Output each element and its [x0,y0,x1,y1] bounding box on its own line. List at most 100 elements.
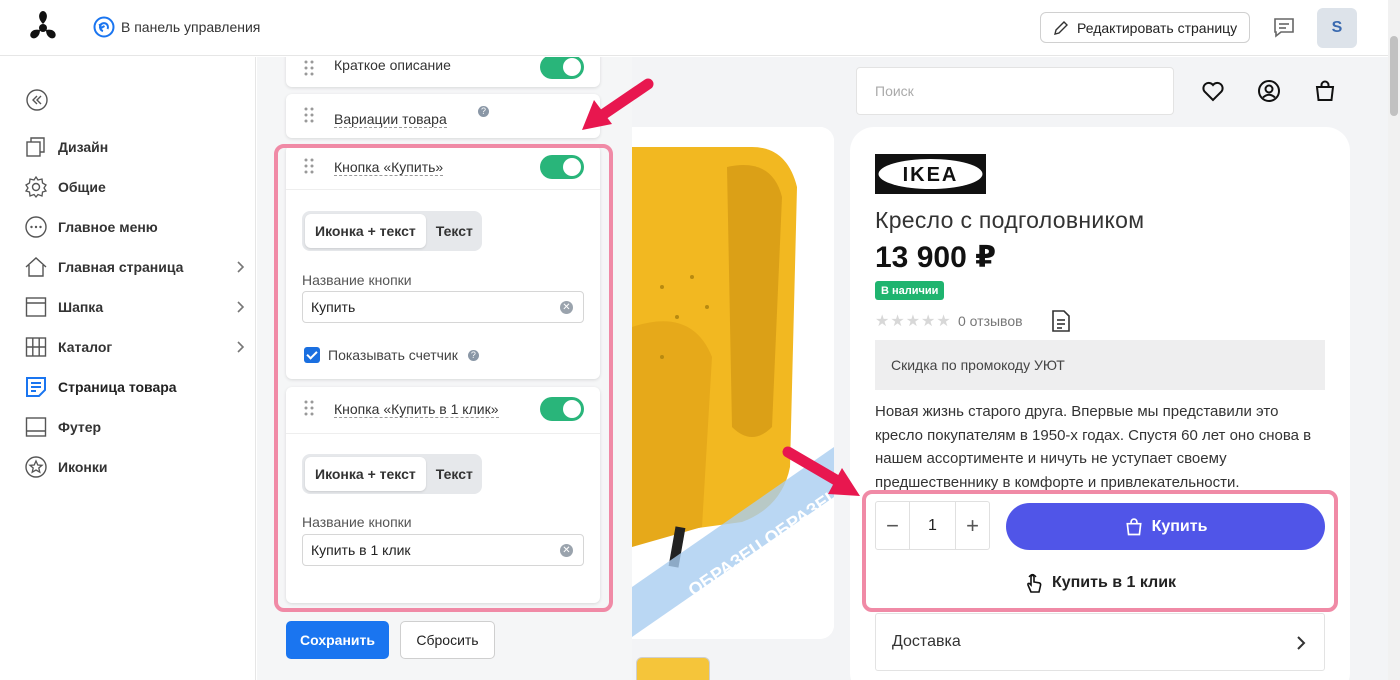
save-button[interactable]: Сохранить [286,621,389,659]
buy-button-settings-card: Кнопка «Купить» Иконка + текст Текст Наз… [286,145,600,379]
oneclick-button-label: Купить в 1 клик [1051,574,1177,591]
cart-bag-icon[interactable] [1313,79,1337,103]
drag-handle-icon[interactable] [304,107,314,123]
clear-icon[interactable]: ✕ [560,301,573,314]
stock-badge: В наличии [875,281,945,300]
decrease-button[interactable]: − [876,502,909,549]
footer-layout-icon [25,417,47,437]
buy-button-title[interactable]: Кнопка «Купить» [334,159,444,176]
heart-icon[interactable] [1201,79,1225,103]
star-icon: ★ [905,313,921,330]
gear-icon [24,175,48,199]
header-layout-icon [25,297,47,317]
buy-button-label: Купить [1151,517,1208,535]
sidebar-item-label: Шапка [58,299,104,315]
app-logo[interactable] [24,9,62,47]
drag-handle-icon[interactable] [304,60,314,76]
user-avatar[interactable]: S [1317,8,1357,48]
oneclick-button-name-input[interactable]: Купить в 1 клик ✕ [302,534,584,566]
store-search-input[interactable]: Поиск [856,67,1174,115]
reviews-link[interactable]: 0 отзывов [958,313,1023,329]
sidebar-item-header[interactable]: Шапка [24,287,250,327]
buy-button[interactable]: Купить [1006,503,1325,550]
drag-handle-icon[interactable] [304,158,314,174]
product-title: Кресло с подголовником [875,207,1145,233]
svg-text:IKEA: IKEA [903,164,959,186]
page-scrollbar[interactable] [1388,0,1400,680]
product-page-icon [26,377,46,397]
sidebar-item-general[interactable]: Общие [24,167,250,207]
sidebar-item-home-page[interactable]: Главная страница [24,247,250,287]
sidebar-item-label: Главное меню [58,219,158,235]
button-name-label: Название кнопки [302,514,412,530]
short-description-toggle[interactable] [540,57,584,79]
short-description-card[interactable]: Краткое описание [286,57,600,87]
buy-button-name-input[interactable]: Купить ✕ [302,291,584,323]
delivery-row[interactable]: Доставка [875,613,1325,671]
sidebar-item-label: Общие [58,179,106,195]
sidebar-item-design[interactable]: Дизайн [24,127,250,167]
oneclick-button-title[interactable]: Кнопка «Купить в 1 клик» [334,401,499,418]
sidebar-item-catalog[interactable]: Каталог [24,327,250,367]
buy-oneclick-button[interactable]: Купить в 1 клик [875,565,1325,601]
scrollbar-thumb[interactable] [1390,36,1398,116]
buy-button-style-switch: Иконка + текст Текст [302,211,482,251]
sidebar-item-label: Иконки [58,459,108,475]
back-circle-icon [93,16,115,38]
document-icon[interactable] [1050,309,1072,333]
show-counter-label: Показывать счетчик [328,347,458,363]
variations-title[interactable]: Вариации товара [334,111,447,128]
dots-circle-icon [25,216,47,238]
product-info-card: IKEA Кресло с подголовником 13 900 ₽ В н… [850,127,1350,680]
style-text-option[interactable]: Текст [426,457,483,491]
help-icon[interactable]: ? [478,106,489,117]
chevron-right-icon [237,261,245,273]
store-search-placeholder: Поиск [875,83,914,99]
sidebar-item-label: Главная страница [58,259,184,275]
oneclick-button-settings-card: Кнопка «Купить в 1 клик» Иконка + текст … [286,387,600,603]
clear-icon[interactable]: ✕ [560,544,573,557]
product-thumbnail[interactable] [636,657,710,680]
back-to-dashboard-link[interactable]: В панель управления [93,16,260,38]
brand-logo: IKEA [875,154,986,194]
sidebar-item-main-menu[interactable]: Главное меню [24,207,250,247]
sidebar-item-label: Футер [58,419,102,435]
increase-button[interactable]: + [956,502,989,549]
collapse-sidebar-icon[interactable] [26,89,48,111]
sidebar-item-label: Дизайн [58,139,109,155]
show-counter-option[interactable]: Показывать счетчик ? [304,347,479,363]
product-description: Новая жизнь старого друга. Впервые мы пр… [875,403,1312,491]
style-text-option[interactable]: Текст [426,214,483,248]
product-image[interactable]: ОБРАЗЕЦ ОБРАЗЕЦ [632,127,834,639]
user-icon[interactable] [1257,79,1281,103]
buy-button-toggle[interactable] [540,155,584,179]
sidebar-nav: Дизайн Общие Главное меню Главная страни… [24,127,250,487]
variations-card[interactable]: Вариации товара ? [286,94,600,138]
promo-banner: Скидка по промокоду УЮТ [875,340,1325,390]
sidebar-item-product-page[interactable]: Страница товара [24,367,250,407]
oneclick-button-toggle[interactable] [540,397,584,421]
cart-bag-icon [1125,517,1142,535]
storefront-preview: ОБРАЗЕЦ ОБРАЗЕЦ Поиск IKEA Кресло с подг… [632,57,1388,680]
sidebar-item-footer[interactable]: Футер [24,407,250,447]
drag-handle-icon[interactable] [304,400,314,416]
grid-icon [25,337,47,357]
edit-page-label: Редактировать страницу [1077,19,1238,36]
style-icon-text-option[interactable]: Иконка + текст [305,457,426,491]
help-icon[interactable]: ? [467,349,479,361]
quantity-stepper: − 1 + [875,501,990,550]
show-counter-checkbox[interactable] [304,347,320,363]
delivery-label: Доставка [892,633,961,650]
sidebar-item-icons[interactable]: Иконки [24,447,250,487]
buy-button-name-value: Купить [311,299,356,315]
chevron-right-icon [237,301,245,313]
star-icon: ★ [936,313,951,330]
star-circle-icon [25,456,47,478]
sidebar-item-label: Страница товара [58,379,177,395]
chat-icon[interactable] [1272,16,1296,40]
reset-button[interactable]: Сбросить [400,621,495,659]
style-icon-text-option[interactable]: Иконка + текст [305,214,426,248]
quantity-value[interactable]: 1 [909,502,956,549]
home-icon [25,257,47,277]
edit-page-button[interactable]: Редактировать страницу [1040,12,1251,43]
